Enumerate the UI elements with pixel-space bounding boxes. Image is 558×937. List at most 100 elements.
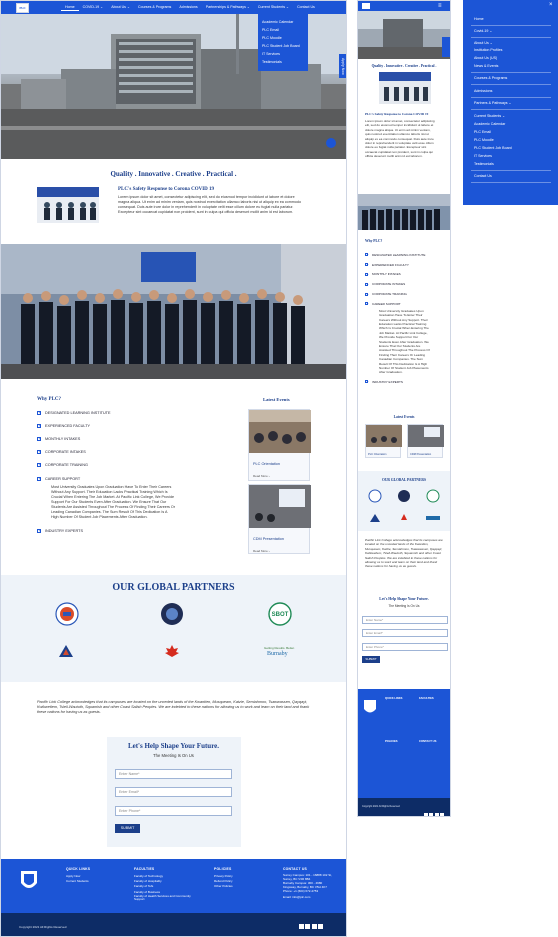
footer-link[interactable]: Other Policies [214, 884, 233, 889]
menu-item[interactable]: Courses & Programs [474, 76, 507, 80]
why-item[interactable]: INDUSTRY EXPERTS [37, 524, 217, 537]
plus-icon [37, 410, 41, 415]
nav-admissions[interactable]: Admissions [175, 4, 201, 11]
menu-item[interactable]: Partners & Pathways ⌄ [474, 101, 512, 105]
footer-link[interactable]: Faculty of Health Services and Community… [134, 894, 194, 902]
why-item[interactable]: CORPORATE TRAINING [365, 289, 449, 299]
event-card[interactable]: PLC Orientation Read More › [248, 409, 311, 481]
why-item[interactable]: CORPORATE INTAKES [365, 279, 449, 289]
menu-item[interactable]: Admissions [474, 89, 492, 93]
why-item[interactable]: DESIGNATED LEARNING INSTITUTE [37, 406, 217, 419]
event-photo [249, 410, 311, 453]
menu-item[interactable]: Contact Us [474, 174, 492, 178]
mobile-events-title: Latest Events [393, 415, 415, 419]
instagram-icon[interactable] [440, 813, 444, 816]
nav-about[interactable]: About Us ⌄ [107, 4, 134, 11]
nav-contact[interactable]: Contact Us [293, 4, 319, 11]
apply-now-tab[interactable]: Apply Now [339, 54, 346, 78]
mobile-name-input[interactable]: Enter Name* [362, 616, 448, 624]
menu-item[interactable]: Covid-19 ⌄ [474, 29, 492, 33]
mobile-fac-title: FACULTIES [419, 697, 434, 700]
mobile-logo[interactable] [362, 3, 370, 9]
menu-item[interactable]: About Us ⌄ [474, 41, 493, 45]
dropdown-item[interactable]: IT Services [262, 50, 304, 58]
why-item[interactable]: CORPORATE TRAINING [37, 459, 217, 472]
mobile-apply-tab[interactable] [442, 37, 450, 57]
menu-divider [471, 97, 551, 98]
dropdown-item[interactable]: Testimonials [262, 58, 304, 66]
menu-item[interactable]: PLC Moodle [474, 138, 494, 142]
footer-quick-links: QUICK LINKS Apply Now Current Students [66, 867, 90, 884]
why-item[interactable]: DESIGNATED LEARNING INSTITUTE [365, 250, 449, 260]
plus-icon [37, 423, 41, 428]
menu-item[interactable]: IT Services [474, 154, 492, 158]
event-card[interactable]: CDM Presentation Read More › [248, 484, 311, 554]
menu-item[interactable]: PLC Email [474, 130, 491, 134]
why-item[interactable]: EXPERIENCED FACULTY [37, 419, 217, 432]
mobile-event-card[interactable]: CDM Presentation [407, 424, 444, 458]
event-photo [408, 425, 444, 447]
menu-item[interactable]: Academic Calendar [474, 122, 505, 126]
email-input[interactable]: Enter Email* [115, 787, 232, 797]
why-item[interactable]: CORPORATE INTAKES [37, 446, 217, 459]
graduation-photo [1, 244, 346, 379]
youtube-icon[interactable] [434, 813, 439, 816]
why-item[interactable]: EXPERIENCED FCAULTY [365, 260, 449, 270]
contact-email[interactable]: Email: info@plc.com [283, 895, 339, 900]
mobile-view: ≡ Quality . Innovative . Creative . Prac… [357, 0, 451, 817]
nav-courses[interactable]: Courses & Programs [134, 4, 175, 11]
svg-text:SBOT: SBOT [272, 612, 289, 618]
mobile-submit-button[interactable]: SUBMIT [362, 656, 380, 663]
nav-partnerships[interactable]: Partnerships & Pathways ⌄ [202, 4, 254, 11]
nav-current-students[interactable]: Current Students ⌄ [254, 4, 293, 11]
menu-item[interactable]: News & Events [474, 64, 498, 68]
hamburger-icon[interactable]: ≡ [438, 3, 442, 9]
facebook-icon[interactable] [423, 813, 428, 816]
footer-policies: POLICIES Privacy Policy Refund Policy Ot… [214, 867, 233, 890]
why-item-expanded[interactable]: CAREER SUPPORT [37, 472, 217, 485]
footer-link[interactable]: Current Students [66, 879, 90, 884]
footer-crest-icon [21, 871, 37, 888]
read-more-link[interactable]: Read More › [249, 466, 309, 478]
why-plc-title: Why PLC? [37, 397, 62, 402]
chat-icon[interactable] [326, 138, 336, 148]
menu-item[interactable]: Testimonials [474, 162, 494, 166]
close-icon[interactable]: × [549, 2, 553, 8]
dropdown-item[interactable]: Academic Calendar [262, 18, 304, 26]
mobile-contact-title: CONTACT US [419, 740, 437, 743]
name-input[interactable]: Enter Name* [115, 769, 232, 779]
read-more-link[interactable]: Read More › [249, 541, 309, 553]
mobile-partner-logos [368, 489, 440, 522]
twitter-icon[interactable] [305, 924, 310, 929]
event-photo [366, 425, 402, 447]
form-title: Let's Help Shape Your Future. [127, 742, 220, 750]
why-item-expanded[interactable]: CAREER SUPPORT [365, 299, 449, 309]
why-item[interactable]: INDUSTRY EXPERTS [365, 377, 449, 387]
nav-covid[interactable]: COVID-19 ⌄ [79, 4, 108, 11]
contact-address: Surrey Campus: 101 - 16888 102 St, Surre… [283, 873, 332, 881]
mobile-email-input[interactable]: Enter Email* [362, 629, 448, 637]
land-acknowledgement: Pacific Link College acknowledges that i… [37, 700, 310, 714]
menu-item[interactable]: Current Students ⌄ [474, 114, 505, 118]
form-subtitle: The Meeting Is On Us [153, 753, 194, 758]
site-logo[interactable]: PLC [16, 3, 29, 13]
dropdown-item[interactable]: PLC Moodle [262, 34, 304, 42]
dropdown-item[interactable]: PLC Student Job Board [262, 42, 304, 50]
nav-home[interactable]: Home [61, 4, 79, 11]
dropdown-item[interactable]: PLC Email [262, 26, 304, 34]
facebook-icon[interactable] [298, 924, 304, 929]
twitter-icon[interactable] [429, 813, 433, 816]
menu-item[interactable]: Home [474, 17, 484, 21]
why-item[interactable]: MONTHLY INTAKES [37, 432, 217, 445]
menu-item[interactable]: Institution Profiles [474, 48, 502, 52]
menu-item[interactable]: About Us (US) [474, 56, 497, 60]
instagram-icon[interactable] [318, 924, 323, 929]
menu-item[interactable]: PLC Student Job Board [474, 146, 512, 150]
mobile-footer-crest-icon [364, 700, 376, 713]
mobile-phone-input[interactable]: Enter Phone* [362, 643, 448, 651]
submit-button[interactable]: SUBMIT [115, 824, 140, 833]
phone-input[interactable]: Enter Phone* [115, 806, 232, 816]
why-item[interactable]: MONTHLY INTAKES [365, 270, 449, 280]
youtube-icon[interactable] [311, 924, 317, 929]
mobile-event-card[interactable]: PLC Orientation [365, 424, 402, 458]
